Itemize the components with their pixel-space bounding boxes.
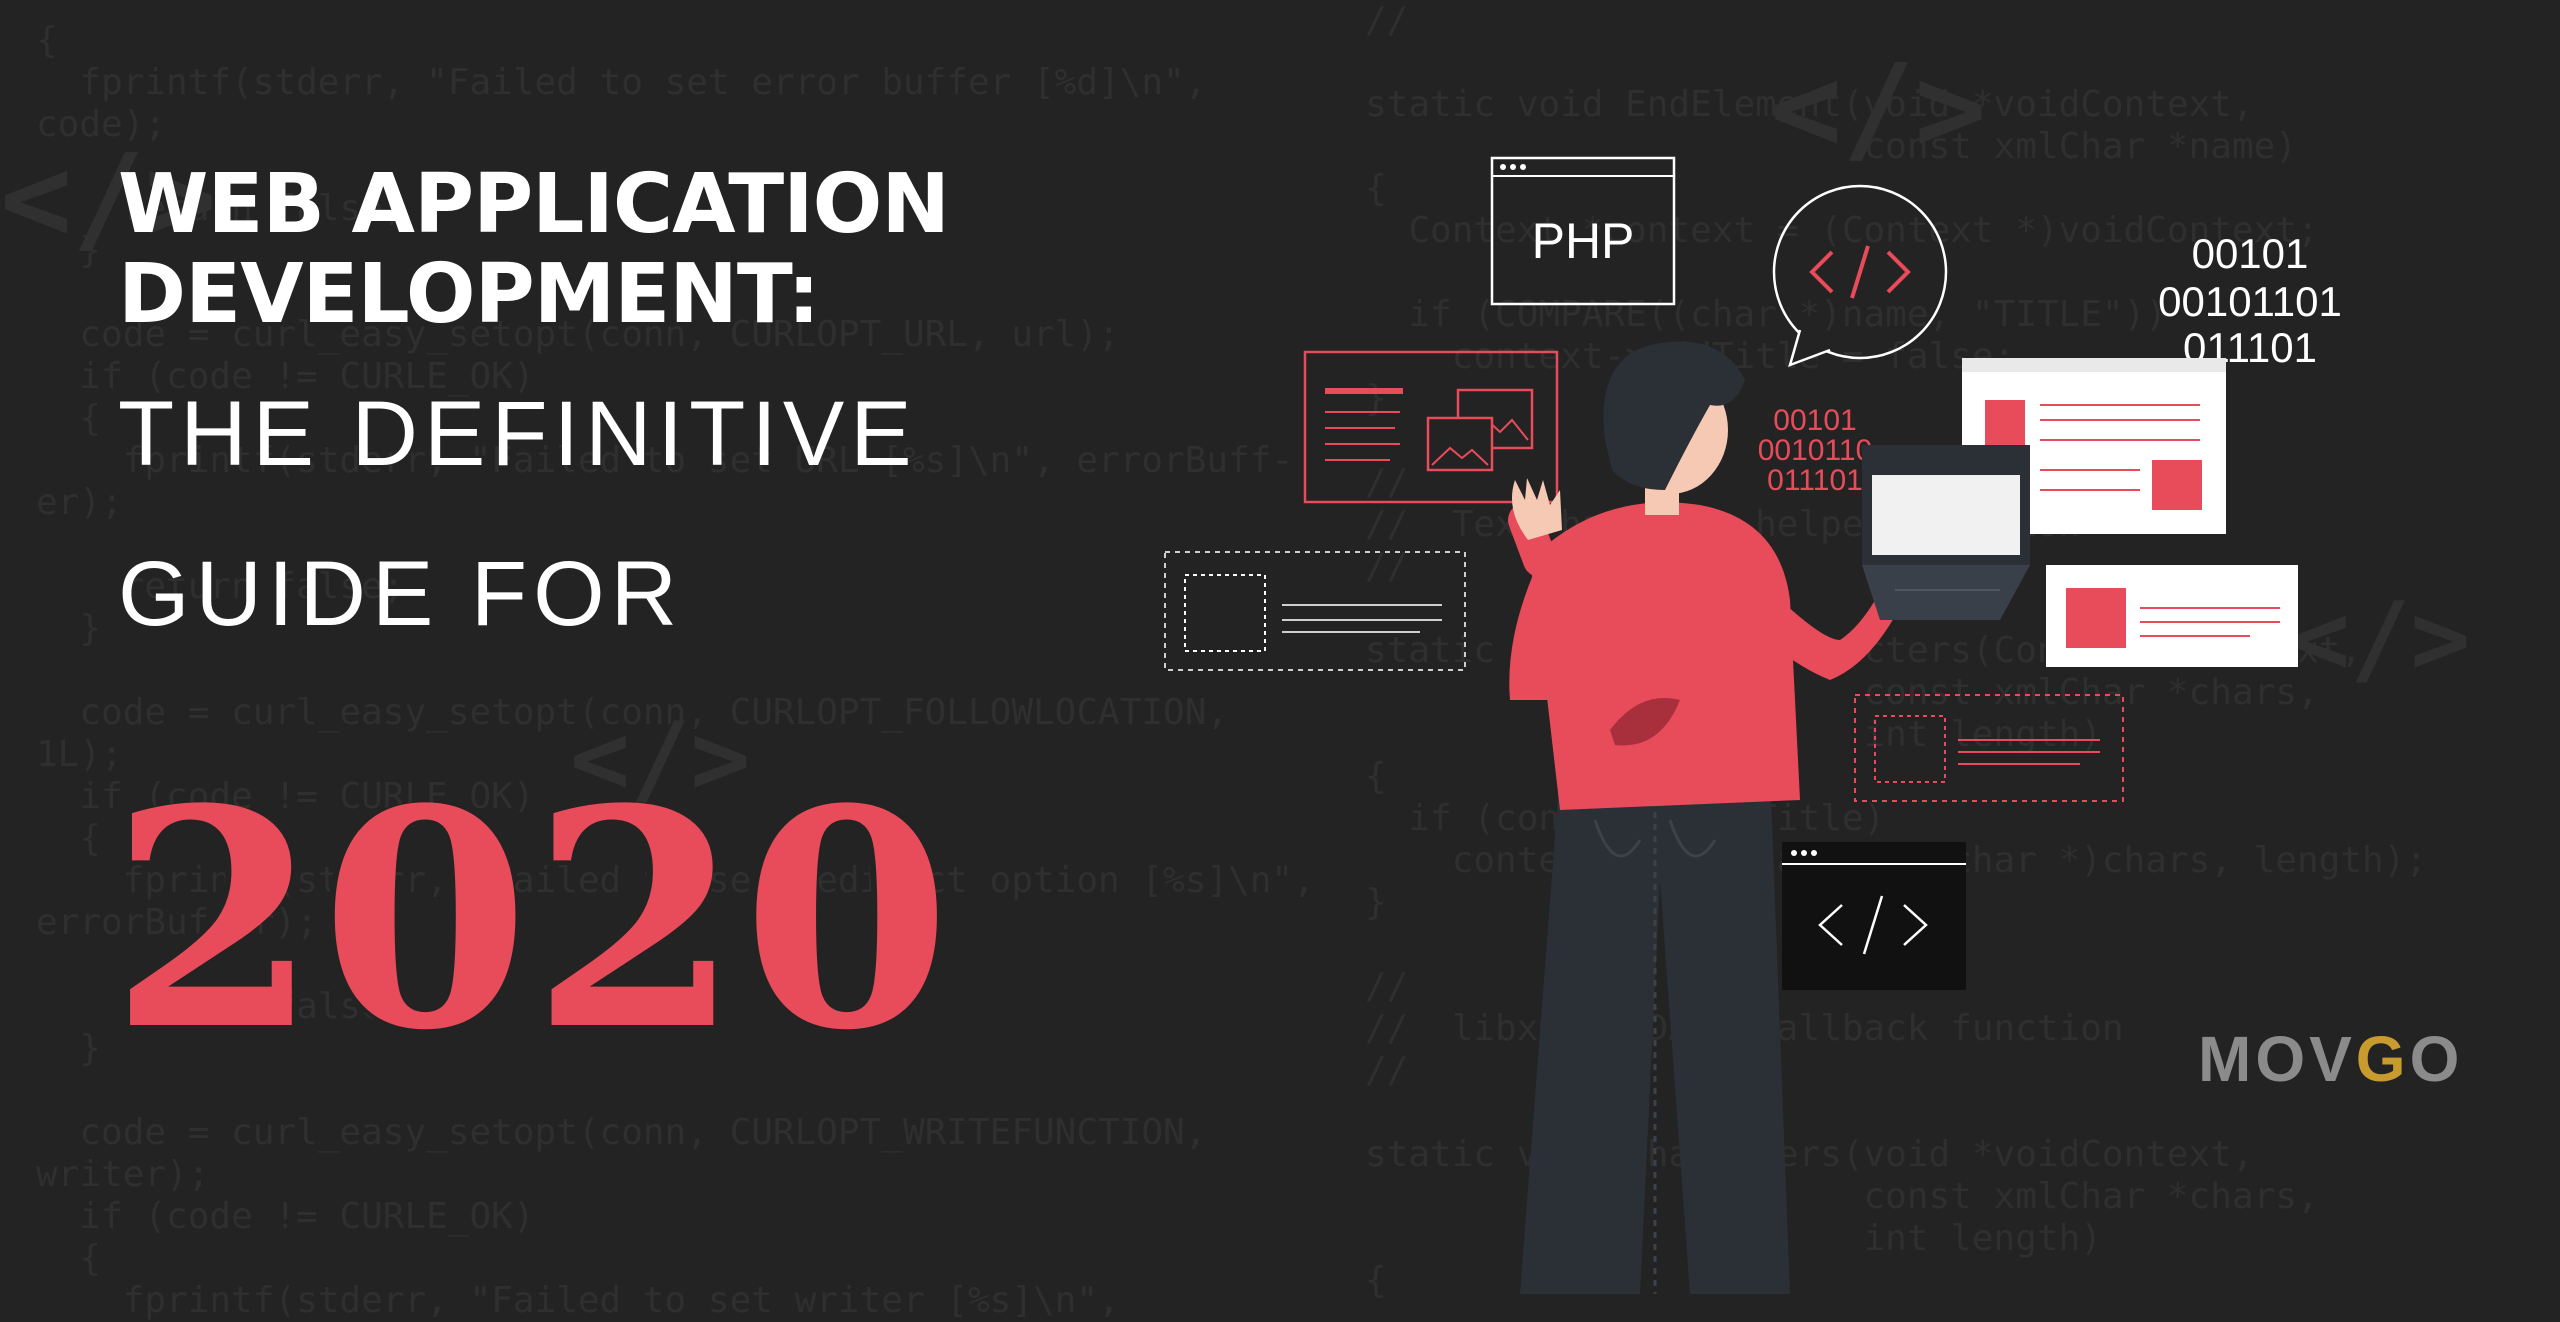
company-logo: MOVGO [2198, 1023, 2464, 1095]
code-window-icon [1782, 842, 1966, 990]
developer-illustration: PHP 00101 00101101 011101 00101 0010110 … [1164, 156, 2342, 1294]
svg-text:00101: 00101 [1773, 404, 1856, 437]
svg-text:00101101: 00101101 [2158, 278, 2342, 325]
binary-code-red: 00101 0010110 011101 [1758, 404, 1873, 497]
laptop-icon [1862, 445, 2030, 620]
image-gallery-window-icon [1303, 350, 1559, 504]
svg-text:00101: 00101 [2192, 230, 2309, 277]
php-label: PHP [1532, 213, 1635, 269]
svg-text:0010110: 0010110 [1758, 434, 1873, 467]
content-card-icon [2046, 565, 2298, 667]
php-window-icon: PHP [1490, 156, 1676, 306]
code-speech-bubble-icon [1772, 184, 1948, 368]
dashed-red-widget-icon [1854, 694, 2124, 802]
dashed-layout-widget-icon [1164, 551, 1466, 671]
svg-text:011101: 011101 [1767, 464, 1863, 497]
binary-code-white: 00101 00101101 011101 [2158, 230, 2342, 371]
